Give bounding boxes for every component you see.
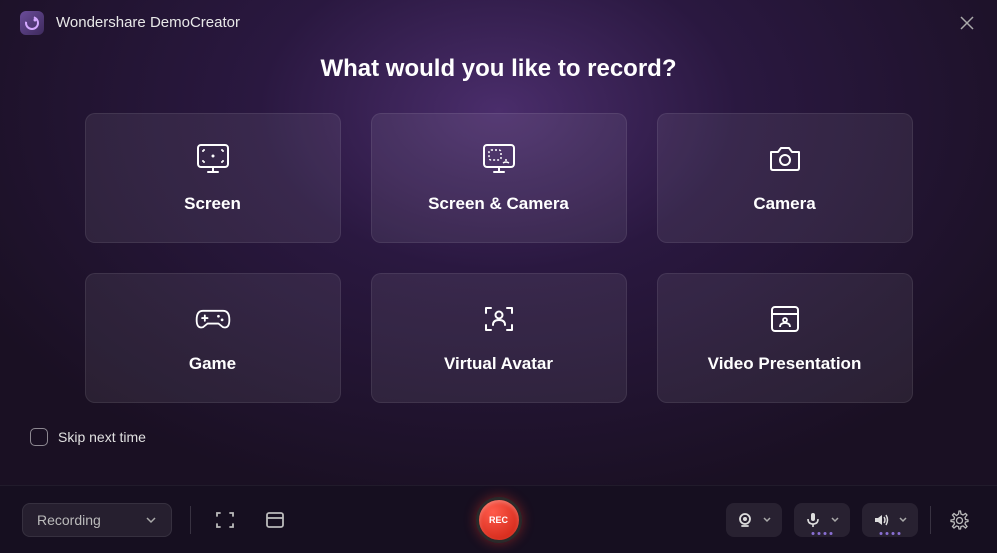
window-icon [264, 509, 286, 531]
speaker-icon [872, 511, 890, 529]
mode-label: Recording [37, 512, 101, 528]
logo-icon [24, 15, 40, 31]
capture-area-button[interactable] [209, 504, 241, 536]
skip-row: Skip next time [0, 403, 997, 456]
titlebar: Wondershare DemoCreator [0, 0, 997, 45]
card-screen[interactable]: Screen [85, 113, 341, 243]
chevron-down-icon [762, 516, 772, 523]
app-logo [20, 11, 44, 35]
video-presentation-icon [765, 302, 805, 336]
capture-area-icon [214, 509, 236, 531]
skip-label: Skip next time [58, 429, 146, 445]
mode-dropdown[interactable]: Recording [22, 503, 172, 537]
settings-button[interactable] [943, 504, 975, 536]
app-title: Wondershare DemoCreator [56, 14, 240, 31]
card-label: Camera [753, 194, 815, 214]
record-button[interactable]: REC [476, 497, 522, 543]
card-camera[interactable]: Camera [657, 113, 913, 243]
indicator-dots [812, 532, 833, 535]
card-virtual-avatar[interactable]: Virtual Avatar [371, 273, 627, 403]
close-button[interactable] [957, 13, 977, 33]
microphone-toggle[interactable] [794, 503, 850, 537]
chevron-down-icon [898, 516, 908, 523]
toolbar-right [726, 503, 975, 537]
card-screen-camera[interactable]: Screen & Camera [371, 113, 627, 243]
speaker-toggle[interactable] [862, 503, 918, 537]
webcam-icon [736, 511, 754, 529]
card-label: Screen [184, 194, 241, 214]
chevron-down-icon [145, 516, 157, 524]
gear-icon [949, 510, 969, 530]
webcam-toggle[interactable] [726, 503, 782, 537]
screen-camera-icon [479, 142, 519, 176]
camera-icon [765, 142, 805, 176]
virtual-avatar-icon [479, 302, 519, 336]
card-label: Video Presentation [708, 354, 862, 374]
chevron-down-icon [830, 516, 840, 523]
close-icon [960, 16, 974, 30]
indicator-dots [880, 532, 901, 535]
divider [930, 506, 931, 534]
record-options-grid: Screen Screen & Camera Camera [0, 113, 997, 403]
card-video-presentation[interactable]: Video Presentation [657, 273, 913, 403]
skip-checkbox[interactable] [30, 428, 48, 446]
microphone-icon [804, 511, 822, 529]
divider [190, 506, 191, 534]
toolbar-left: Recording [22, 503, 291, 537]
card-label: Virtual Avatar [444, 354, 553, 374]
rec-label: REC [489, 515, 508, 525]
toolbar-center: REC [476, 497, 522, 543]
screen-icon [193, 142, 233, 176]
window-button[interactable] [259, 504, 291, 536]
card-game[interactable]: Game [85, 273, 341, 403]
game-icon [193, 302, 233, 336]
page-heading: What would you like to record? [0, 55, 997, 83]
card-label: Game [189, 354, 236, 374]
bottom-toolbar: Recording REC [0, 485, 997, 553]
card-label: Screen & Camera [428, 194, 569, 214]
titlebar-left: Wondershare DemoCreator [20, 11, 240, 35]
